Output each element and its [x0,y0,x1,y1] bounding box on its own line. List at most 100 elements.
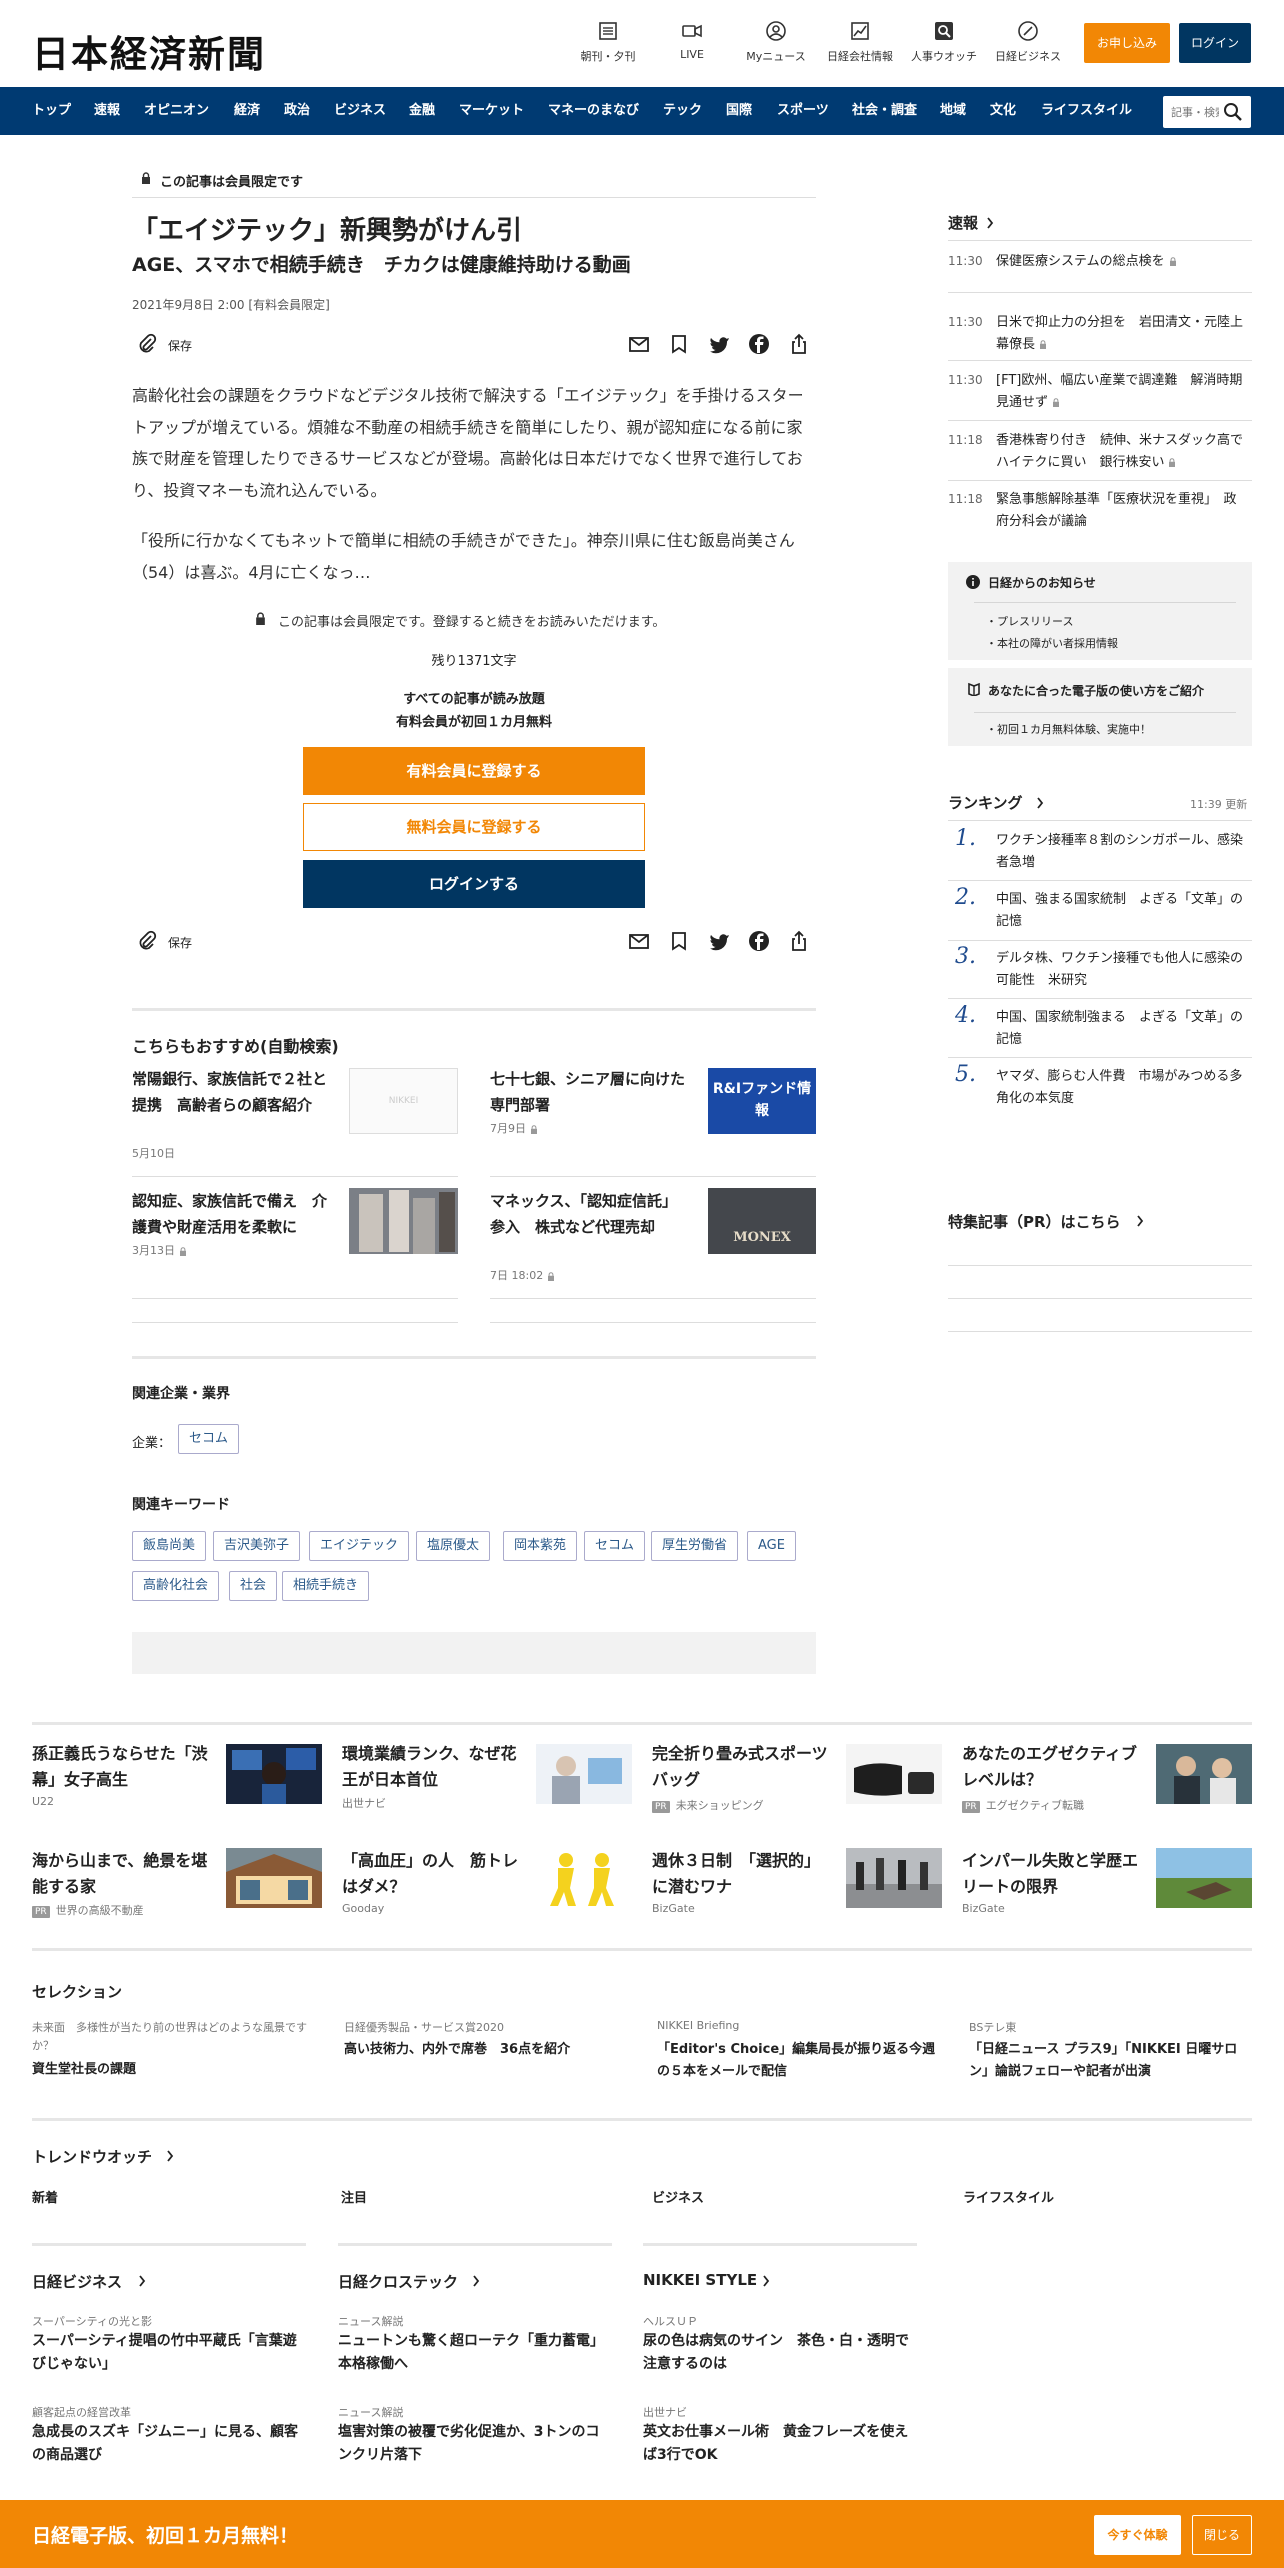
ad-title[interactable]: 海から山まで、絶景を堪能する家 [32,1848,212,1900]
login-button[interactable]: ログイン [1179,23,1251,63]
twitter-icon[interactable] [708,930,730,952]
media-title[interactable]: NIKKEI STYLE [643,2271,757,2289]
keyword-tag[interactable]: 岡本紫苑 [503,1531,578,1561]
nav-item-finance[interactable]: 金融 [409,87,435,135]
keyword-tag[interactable]: セコム [584,1531,646,1561]
notice-title[interactable]: 日経からのお知らせ [988,574,1096,591]
recommend-thumb[interactable]: R&Iファンド情報 [708,1068,816,1134]
ranking-text[interactable]: 中国、国家統制強まる よぎる「文革」の記憶 [996,1007,1252,1051]
recommend-item-title[interactable]: マネックス、「認知症信託」参入 株式など代理売却 [490,1188,690,1240]
nav-item-sports[interactable]: スポーツ [777,87,829,135]
share-icon[interactable] [788,333,810,355]
selection-headline[interactable]: 高い技術力、内外で席巻 36点を紹介 [344,2039,628,2061]
media-item-title[interactable]: 急成長のスズキ「ジムニー」に見る、顧客の商品選び [32,2421,306,2467]
ad-thumb[interactable] [536,1744,632,1804]
nav-item-local[interactable]: 地域 [940,87,966,135]
subscribe-button[interactable]: お申し込み [1084,23,1170,63]
guide-item[interactable]: ・初回１カ月無料体験、実施中！ [986,721,1151,737]
close-banner-button[interactable]: 閉じる [1192,2515,1252,2555]
sokuho-text[interactable]: 香港株寄り付き 続伸、米ナスダック高でハイテクに買い 銀行株安い [996,430,1244,474]
trend-col-featured[interactable]: 注目 [341,2187,367,2206]
keyword-tag[interactable]: 塩原優太 [416,1531,491,1561]
keyword-tag[interactable]: 高齢化社会 [132,1571,220,1601]
notice-item[interactable]: ・プレスリリース [986,613,1073,629]
nav-nb-button[interactable]: 日経ビジネス [988,20,1068,64]
recommend-item-title[interactable]: 常陽銀行、家族信託で２社と提携 高齢者らの顧客紹介 [132,1066,332,1118]
search-input[interactable] [1171,102,1219,122]
recommend-thumb[interactable] [349,1188,458,1254]
media-item-title[interactable]: ニュートンも驚く超ローテク「重力蓄電」 本格稼働へ [338,2330,612,2376]
ad-title[interactable]: あなたのエグゼクティブレベルは？ [962,1741,1142,1793]
media-item-title[interactable]: 塩害対策の被覆で劣化促進か、3トンのコンクリ片落下 [338,2421,612,2467]
ad-thumb[interactable] [846,1744,942,1804]
recommend-item-title[interactable]: 認知症、家族信託で備え 介護費や財産活用を柔軟に [132,1188,332,1240]
ad-title[interactable]: 週休３日制 「選択的」に潜むワナ [652,1848,832,1900]
nav-item-top[interactable]: トップ [32,87,71,135]
bookmark-icon[interactable] [668,333,690,355]
trend-col-business[interactable]: ビジネス [652,2187,704,2206]
sokuho-text[interactable]: [FT]欧州、幅広い産業で調達難 解消時期見通せず [996,370,1244,414]
facebook-icon[interactable] [748,930,770,952]
nav-item-society[interactable]: 社会・調査 [852,87,917,135]
twitter-icon[interactable] [708,333,730,355]
ad-title[interactable]: インパール失敗と学歴エリートの限界 [962,1848,1142,1900]
recommend-thumb[interactable]: MONEX [708,1188,816,1254]
keyword-tag[interactable]: エイジテック [309,1531,410,1561]
nav-item-sokuho[interactable]: 速報 [94,87,120,135]
ad-thumb[interactable] [1156,1848,1252,1908]
ad-thumb[interactable] [226,1744,322,1804]
ranking-text[interactable]: ヤマダ、膨らむ人件費 市場がみつめる多角化の本気度 [996,1066,1252,1110]
nav-live-button[interactable]: LIVE [652,20,732,61]
nav-item-money[interactable]: マネーのまなび [548,87,639,135]
selection-headline[interactable]: 「Editor's Choice」編集局長が振り返る今週の５本をメールで配信 [657,2039,941,2083]
try-now-button[interactable]: 今すぐ体験 [1094,2515,1181,2555]
ad-thumb[interactable] [226,1848,322,1908]
recommend-thumb[interactable]: NIKKEI [349,1068,458,1134]
nav-jinji-button[interactable]: 人事ウオッチ [904,20,984,64]
keyword-tag[interactable]: 吉沢美弥子 [213,1531,301,1561]
trend-col-new[interactable]: 新着 [32,2187,58,2206]
ad-thumb[interactable] [846,1848,942,1908]
recommend-item-title[interactable]: 七十七銀、シニア層に向けた専門部署 [490,1066,690,1118]
search-icon[interactable] [1223,102,1243,122]
search-box[interactable] [1163,96,1251,128]
ad-title[interactable]: 環境業績ランク、なぜ花王が日本首位 [342,1741,522,1793]
company-tag[interactable]: セコム [178,1424,240,1454]
nav-item-lifestyle[interactable]: ライフスタイル [1041,87,1132,135]
sokuho-text[interactable]: 緊急事態解除基準「医療状況を重視」 政府分科会が議論 [996,489,1244,533]
ranking-text[interactable]: ワクチン接種率８割のシンガポール、感染者急増 [996,830,1252,874]
nav-item-culture[interactable]: 文化 [990,87,1016,135]
ranking-text[interactable]: 中国、強まる国家統制 よぎる「文革」の記憶 [996,889,1252,933]
nav-paper-button[interactable]: 朝刊・夕刊 [568,20,648,64]
share-icon[interactable] [788,930,810,952]
selection-headline[interactable]: 資生堂社長の課題 [32,2059,316,2081]
mail-icon[interactable] [628,930,650,952]
nav-item-tech[interactable]: テック [663,87,702,135]
notice-item[interactable]: ・本社の障がい者採用情報 [986,635,1118,651]
clip-icon[interactable] [136,930,158,952]
nav-item-opinion[interactable]: オピニオン [144,87,209,135]
keyword-tag[interactable]: AGE [747,1531,796,1561]
media-title[interactable]: 日経クロステック [338,2271,458,2292]
nav-item-business[interactable]: ビジネス [334,87,386,135]
selection-headline[interactable]: 「日経ニュース プラス9」「NIKKEI 日曜サロン」論説フェローや記者が出演 [969,2039,1253,2083]
guide-title[interactable]: あなたに合った電子版の使い方をご紹介 [988,682,1204,699]
sokuho-text[interactable]: 保健医療システムの総点検を [996,251,1244,273]
media-item-title[interactable]: 尿の色は病気のサイン 茶色・白・透明で注意するのは [643,2330,917,2376]
keyword-tag[interactable]: 社会 [229,1571,278,1601]
ad-title[interactable]: 孫正義氏うならせた「渋幕」女子高生 [32,1741,212,1793]
ranking-text[interactable]: デルタ株、ワクチン接種でも他人に感染の可能性 米研究 [996,948,1252,992]
trend-col-lifestyle[interactable]: ライフスタイル [963,2187,1054,2206]
ad-title[interactable]: 「高血圧」の人 筋トレはダメ？ [342,1848,522,1900]
register-free-button[interactable]: 無料会員に登録する [303,803,645,851]
media-item-title[interactable]: スーパーシティ提唱の竹中平蔵氏「言葉遊びじゃない」 [32,2330,306,2376]
media-item-title[interactable]: 英文お仕事メール術 黄金フレーズを使えば3行でOK [643,2421,917,2467]
save-label[interactable]: 保存 [168,934,192,951]
nav-mynews-button[interactable]: Myニュース [736,20,816,64]
nav-item-economy[interactable]: 経済 [234,87,260,135]
register-paid-button[interactable]: 有料会員に登録する [303,747,645,795]
nav-company-button[interactable]: 日経会社情報 [820,20,900,64]
nav-item-world[interactable]: 国際 [726,87,752,135]
ad-title[interactable]: 完全折り畳み式スポーツバッグ [652,1741,832,1793]
keyword-tag[interactable]: 飯島尚美 [132,1531,207,1561]
